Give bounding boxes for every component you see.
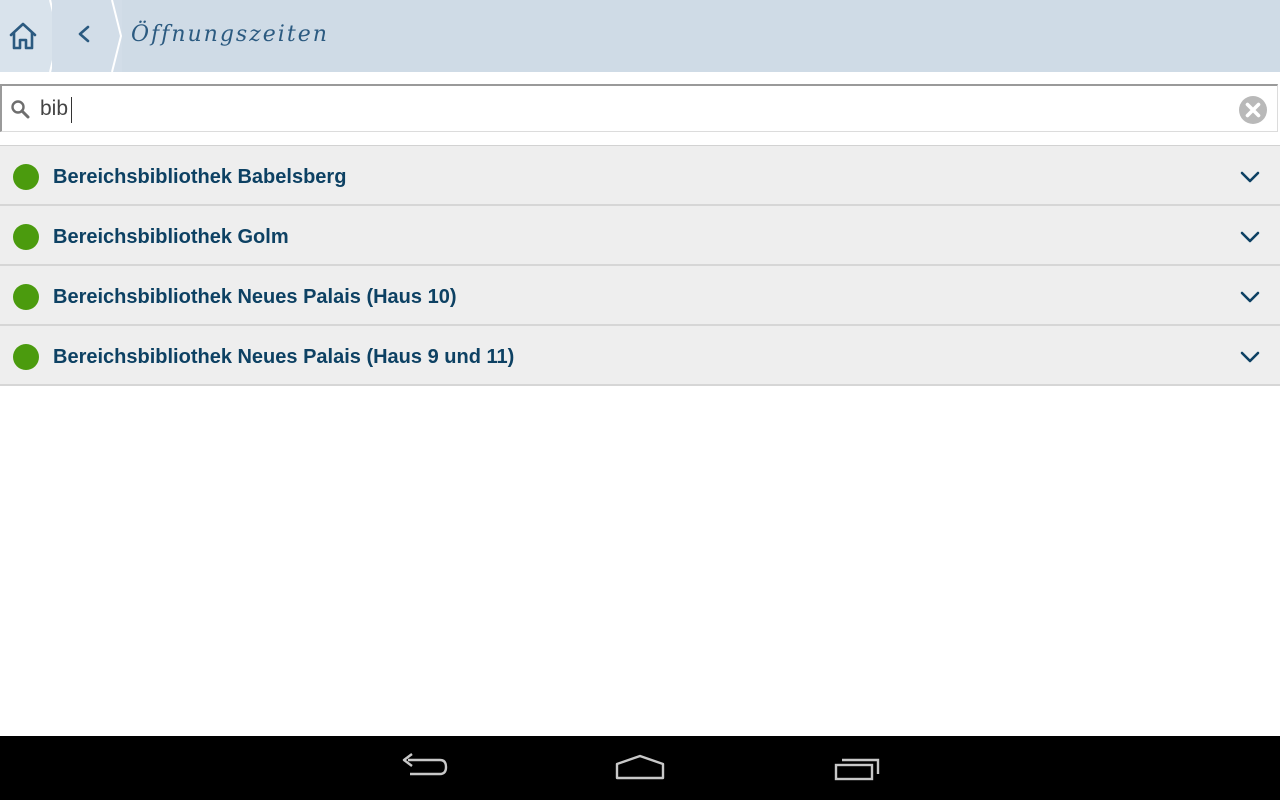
search-bar[interactable] [0,84,1278,132]
status-indicator [13,224,39,250]
status-indicator [13,344,39,370]
library-list: Bereichsbibliothek Babelsberg Bereichsbi… [0,145,1280,386]
clear-icon[interactable] [1238,95,1268,125]
page-title: Öffnungszeiten [131,22,329,47]
chevron-down-icon[interactable] [1239,348,1261,366]
search-input[interactable] [40,94,1220,124]
chevron-left-icon[interactable] [72,22,96,46]
app-window: Öffnungszeiten Bereichsbibliothek Babels… [0,0,1280,800]
search-icon [11,100,30,119]
system-navigation-bar [0,736,1280,800]
list-item-label: Bereichsbibliothek Babelsberg [53,166,347,188]
recent-apps-icon[interactable] [830,750,886,786]
back-icon[interactable] [396,750,452,786]
chevron-down-icon[interactable] [1239,288,1261,306]
home-icon [9,22,37,50]
chevron-down-icon[interactable] [1239,228,1261,246]
home-icon[interactable] [612,750,668,786]
list-item-label: Bereichsbibliothek Neues Palais (Haus 10… [53,286,457,308]
status-indicator [13,284,39,310]
breadcrumb-separator [108,0,122,72]
status-indicator [13,164,39,190]
list-item[interactable]: Bereichsbibliothek Neues Palais (Haus 10… [0,266,1280,326]
list-item-label: Bereichsbibliothek Golm [53,226,289,248]
text-cursor [71,97,72,123]
list-item[interactable]: Bereichsbibliothek Neues Palais (Haus 9 … [0,326,1280,386]
list-item[interactable]: Bereichsbibliothek Golm [0,206,1280,266]
header-bar: Öffnungszeiten [0,0,1280,72]
list-item-label: Bereichsbibliothek Neues Palais (Haus 9 … [53,346,515,368]
list-item[interactable]: Bereichsbibliothek Babelsberg [0,146,1280,206]
chevron-down-icon[interactable] [1239,168,1261,186]
